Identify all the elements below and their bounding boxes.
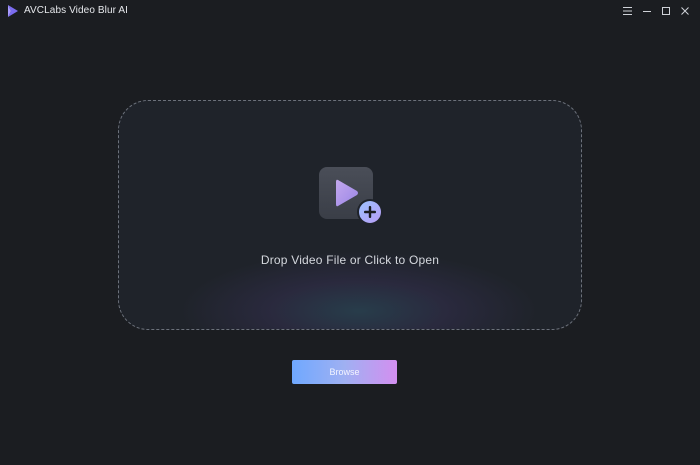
minimize-icon [642, 11, 651, 12]
maximize-button[interactable] [656, 4, 675, 18]
app-title: AVCLabs Video Blur AI [24, 5, 129, 16]
minimize-button[interactable] [637, 4, 656, 18]
menu-button[interactable] [618, 4, 637, 18]
app-logo-icon [8, 5, 18, 17]
close-button[interactable] [675, 4, 694, 18]
close-icon [680, 7, 689, 15]
browse-button[interactable]: Browse [292, 360, 397, 384]
video-add-icon [319, 167, 383, 225]
maximize-icon [661, 7, 670, 15]
drop-instruction: Drop Video File or Click to Open [260, 253, 440, 267]
menu-icon [623, 7, 632, 15]
video-dropzone[interactable]: Drop Video File or Click to Open [118, 100, 582, 330]
title-bar: AVCLabs Video Blur AI [0, 0, 700, 22]
window-controls [618, 4, 694, 18]
